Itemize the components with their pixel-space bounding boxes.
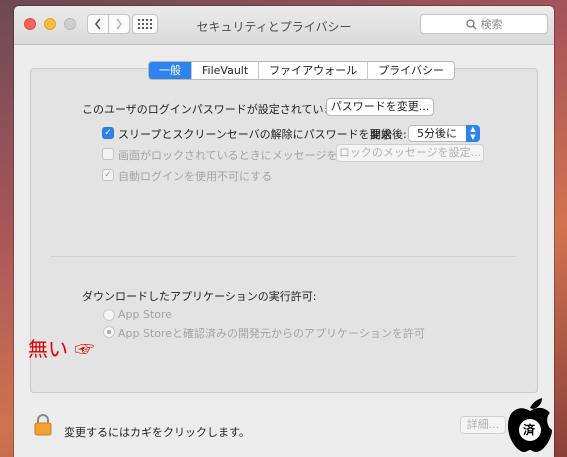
start-after-value: 5分後に [417,127,457,140]
downloads-heading: ダウンロードしたアプリケーションの実行許可: [82,290,317,303]
lock-icon[interactable] [34,414,52,436]
tab-filevault[interactable]: FileVault [191,62,258,79]
popup-arrows-icon: ▲ ▼ [466,125,480,142]
title-bar: セキュリティとプライバシー 検索 [14,6,554,45]
require-password-label: スリープとスクリーンセーバの解除にパスワードを要求 [118,128,392,141]
annotation-text: 無い [28,337,68,361]
apple-badge-logo: 済 [500,394,560,454]
require-password-checkbox[interactable]: ✓ [102,127,114,139]
forward-button[interactable] [108,14,130,34]
tab-firewall[interactable]: ファイアウォール [258,62,367,79]
pointing-hand-icon: ☞ [74,337,95,361]
disable-auto-login-checkbox[interactable]: ✓ [102,169,114,181]
disable-auto-login-label: 自動ログインを使用不可にする [118,170,273,183]
search-icon [465,18,476,29]
tab-general[interactable]: 一般 [149,62,191,79]
show-message-label: 画面がロックされているときにメッセージを表示 [118,149,360,162]
section-divider [50,256,516,257]
password-status-text: このユーザのログインパスワードが設定されています [82,103,346,116]
preferences-window: セキュリティとプライバシー 検索 一般 FileVault ファイアウォール プ… [14,6,554,457]
minimize-button[interactable] [44,18,56,30]
badge-text: 済 [523,423,536,437]
zoom-button[interactable] [64,18,76,30]
search-field[interactable]: 検索 [420,14,548,34]
annotation-note: 無い ☞ [28,333,94,362]
show-all-button[interactable] [132,14,158,34]
chevron-left-icon [94,18,101,30]
tab-bar: 一般 FileVault ファイアウォール プライバシー [148,61,455,80]
lock-hint-text: 変更するにはカギをクリックします。 [64,426,250,439]
radio-app-store[interactable] [103,309,115,321]
search-placeholder: 検索 [480,18,503,31]
show-message-checkbox[interactable] [102,148,114,160]
radio-app-store-label: App Store [118,308,173,321]
window-title: セキュリティとプライバシー [196,20,352,34]
back-button[interactable] [87,14,109,34]
tab-privacy[interactable]: プライバシー [367,62,454,79]
close-button[interactable] [24,18,36,30]
chevron-right-icon [116,18,123,30]
grid-icon [138,19,152,29]
set-lock-message-button[interactable]: ロックのメッセージを設定... [336,144,484,162]
start-after-label: 開始後: [370,128,407,141]
change-password-button[interactable]: パスワードを変更... [326,98,434,116]
start-after-select[interactable]: 5分後に ▲ ▼ [408,125,480,142]
radio-identified-developers[interactable] [103,326,115,338]
radio-identified-developers-label: App Storeと確認済みの開発元からのアプリケーションを許可 [118,327,425,340]
